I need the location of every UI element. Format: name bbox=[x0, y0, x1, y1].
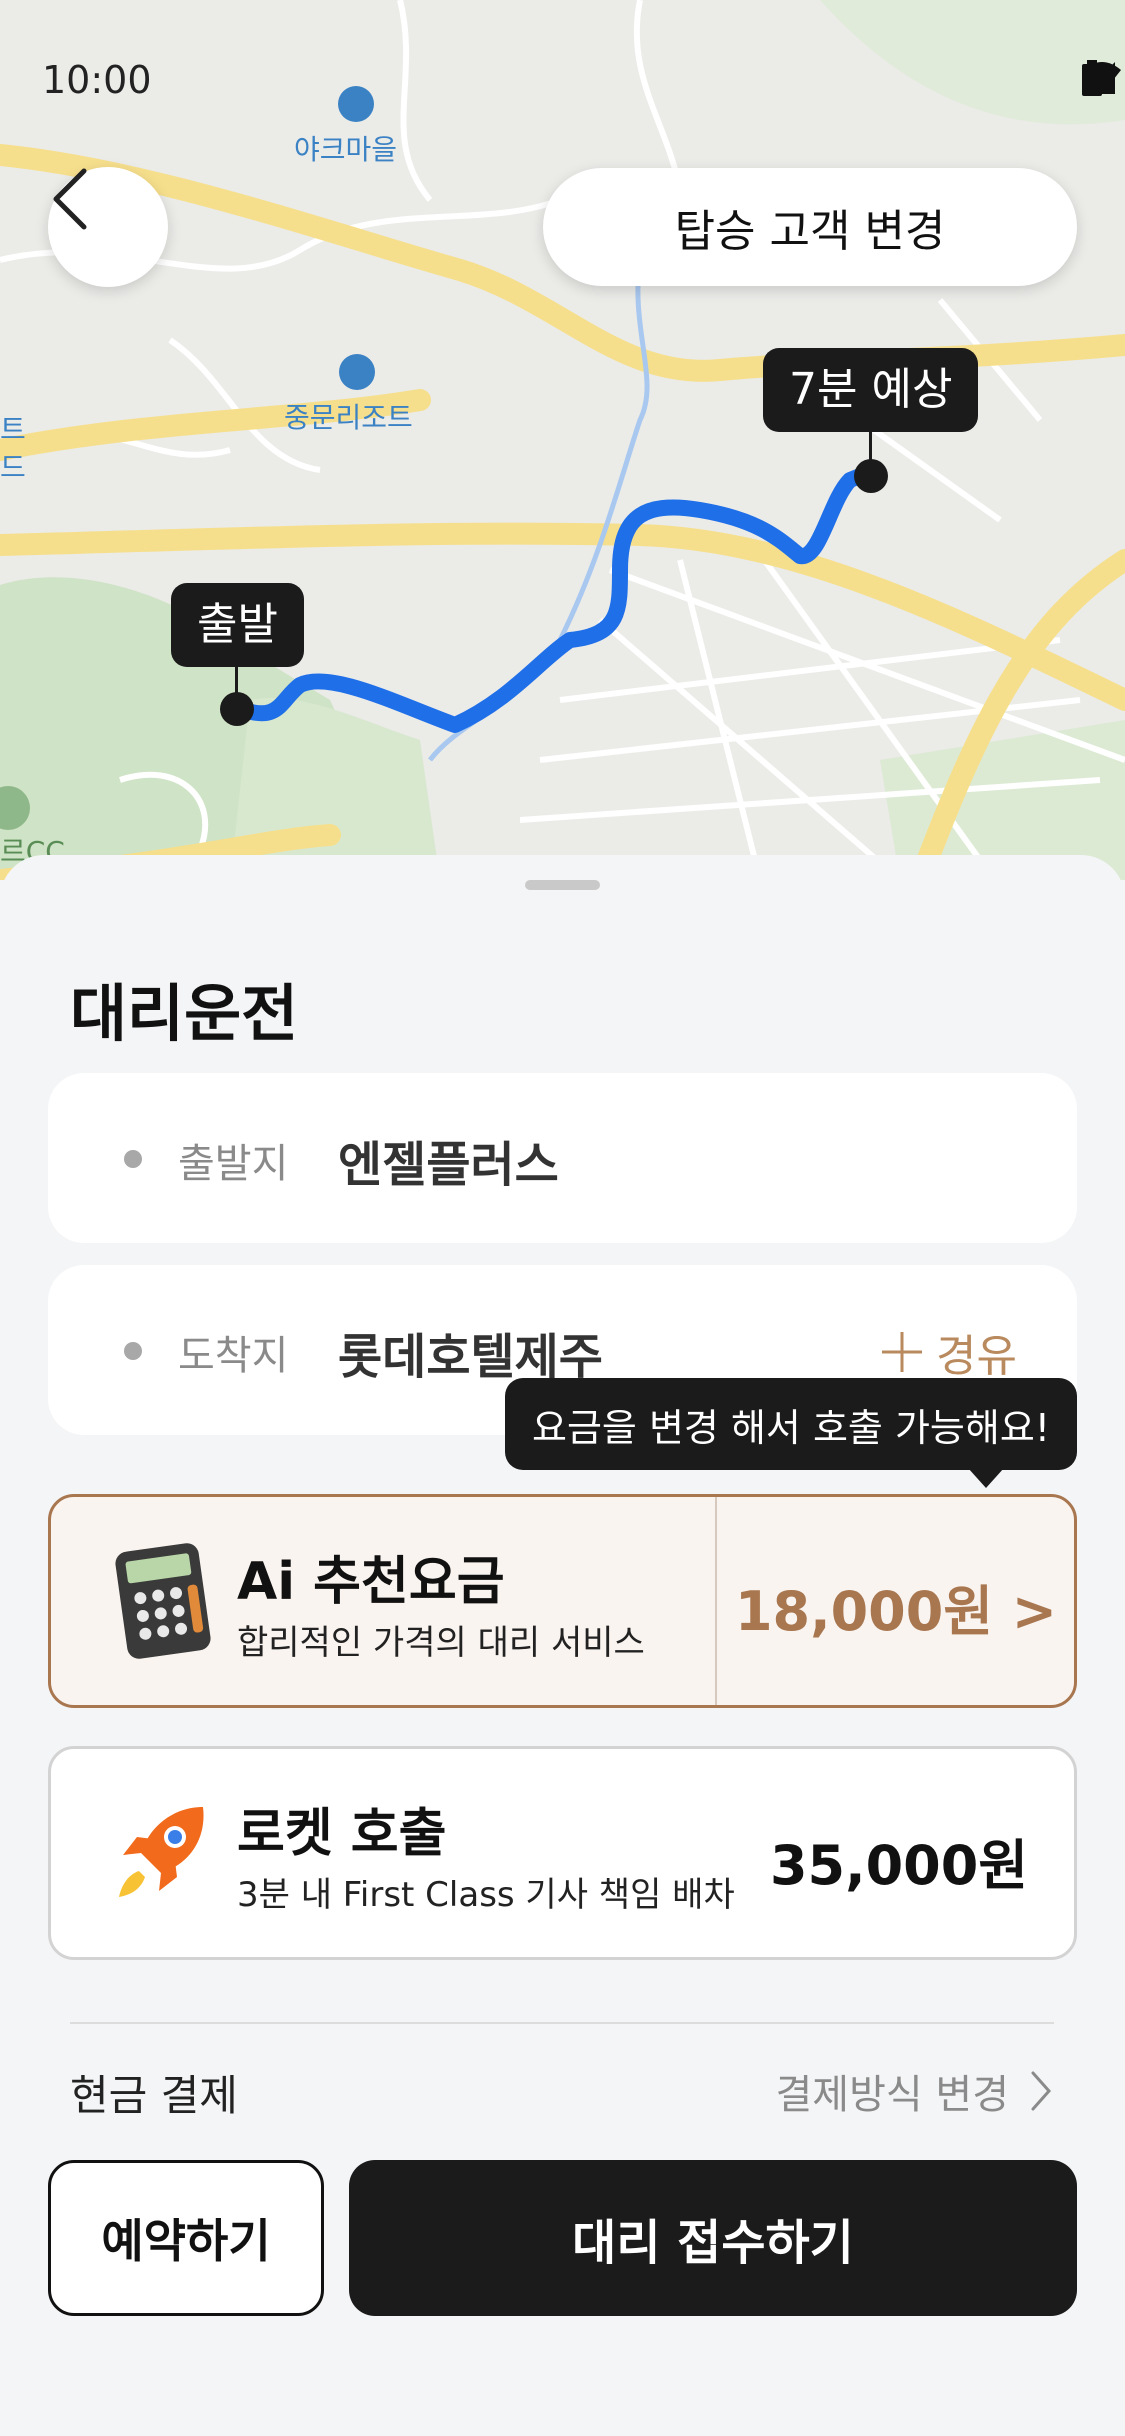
status-bar: 10:00 bbox=[0, 0, 1125, 160]
origin-label: 출발지 bbox=[178, 1141, 289, 1187]
fare-description: 3분 내 First Class 기사 책임 배차 bbox=[237, 1875, 735, 1915]
fare-description: 합리적인 가격의 대리 서비스 bbox=[237, 1623, 645, 1663]
destination-label: 도착지 bbox=[178, 1333, 289, 1379]
start-pin-tag: 출발 bbox=[171, 583, 304, 667]
reserve-button[interactable]: 예약하기 bbox=[48, 2160, 324, 2316]
fare-option-rocket[interactable]: 로켓 호출 3분 내 First Class 기사 책임 배차 35,000원 bbox=[48, 1746, 1077, 1960]
map-place-label: 트 bbox=[0, 413, 26, 446]
rocket-icon bbox=[119, 1807, 204, 1897]
sheet-drag-handle[interactable] bbox=[525, 880, 600, 890]
calculator-icon bbox=[115, 1543, 211, 1659]
battery-icon bbox=[1082, 60, 1102, 96]
destination-value: 롯데호텔제주 bbox=[338, 1329, 603, 1385]
add-via-button[interactable]: 경유 bbox=[880, 1320, 1017, 1384]
change-payment-button[interactable]: 결제방식 변경 bbox=[775, 2062, 1053, 2120]
map-place-label: 드 bbox=[0, 451, 26, 484]
via-label: 경유 bbox=[936, 1331, 1017, 1382]
origin-card[interactable]: 출발지 엔젤플러스 bbox=[48, 1073, 1077, 1243]
submit-request-button[interactable]: 대리 접수하기 bbox=[349, 2160, 1077, 2316]
back-button[interactable] bbox=[48, 167, 168, 287]
payment-method-label: 현금 결제 bbox=[70, 2071, 238, 2120]
map-view[interactable]: 야크마을 중문리조트 트 드 르CC 출발 7분 예상 10:00 탑승 고객 … bbox=[0, 0, 1125, 880]
status-time: 10:00 bbox=[42, 58, 152, 102]
fare-name: 로켓 호출 bbox=[237, 1804, 447, 1864]
eta-pin-tag: 7분 예상 bbox=[763, 348, 979, 432]
fare-name: Ai 추천요금 bbox=[237, 1552, 505, 1612]
fare-price-button[interactable]: 18,000원 > bbox=[731, 1567, 1061, 1646]
fare-option-ai[interactable]: Ai 추천요금 합리적인 가격의 대리 서비스 18,000원 > bbox=[48, 1494, 1077, 1708]
start-pin-dot bbox=[220, 692, 254, 726]
divider bbox=[70, 2022, 1054, 2024]
origin-value: 엔젤플러스 bbox=[338, 1137, 559, 1193]
destination-dot-icon bbox=[124, 1342, 142, 1360]
destination-pin-dot bbox=[854, 459, 888, 493]
chevron-left-icon bbox=[53, 168, 87, 230]
origin-dot-icon bbox=[124, 1150, 142, 1168]
fare-tooltip: 요금을 변경 해서 호출 가능해요! bbox=[505, 1378, 1077, 1470]
page-title: 대리운전 bbox=[70, 977, 299, 1050]
plus-icon bbox=[882, 1332, 923, 1372]
change-passenger-button[interactable]: 탑승 고객 변경 bbox=[543, 168, 1077, 286]
fare-price: 35,000원 bbox=[769, 1834, 1028, 1897]
map-place-label: 중문리조트 bbox=[284, 401, 413, 434]
tooltip-tail bbox=[968, 1468, 1004, 1488]
fare-divider bbox=[715, 1497, 717, 1705]
change-payment-label: 결제방식 변경 bbox=[775, 2072, 1009, 2118]
chevron-right-icon bbox=[1031, 2071, 1052, 2111]
